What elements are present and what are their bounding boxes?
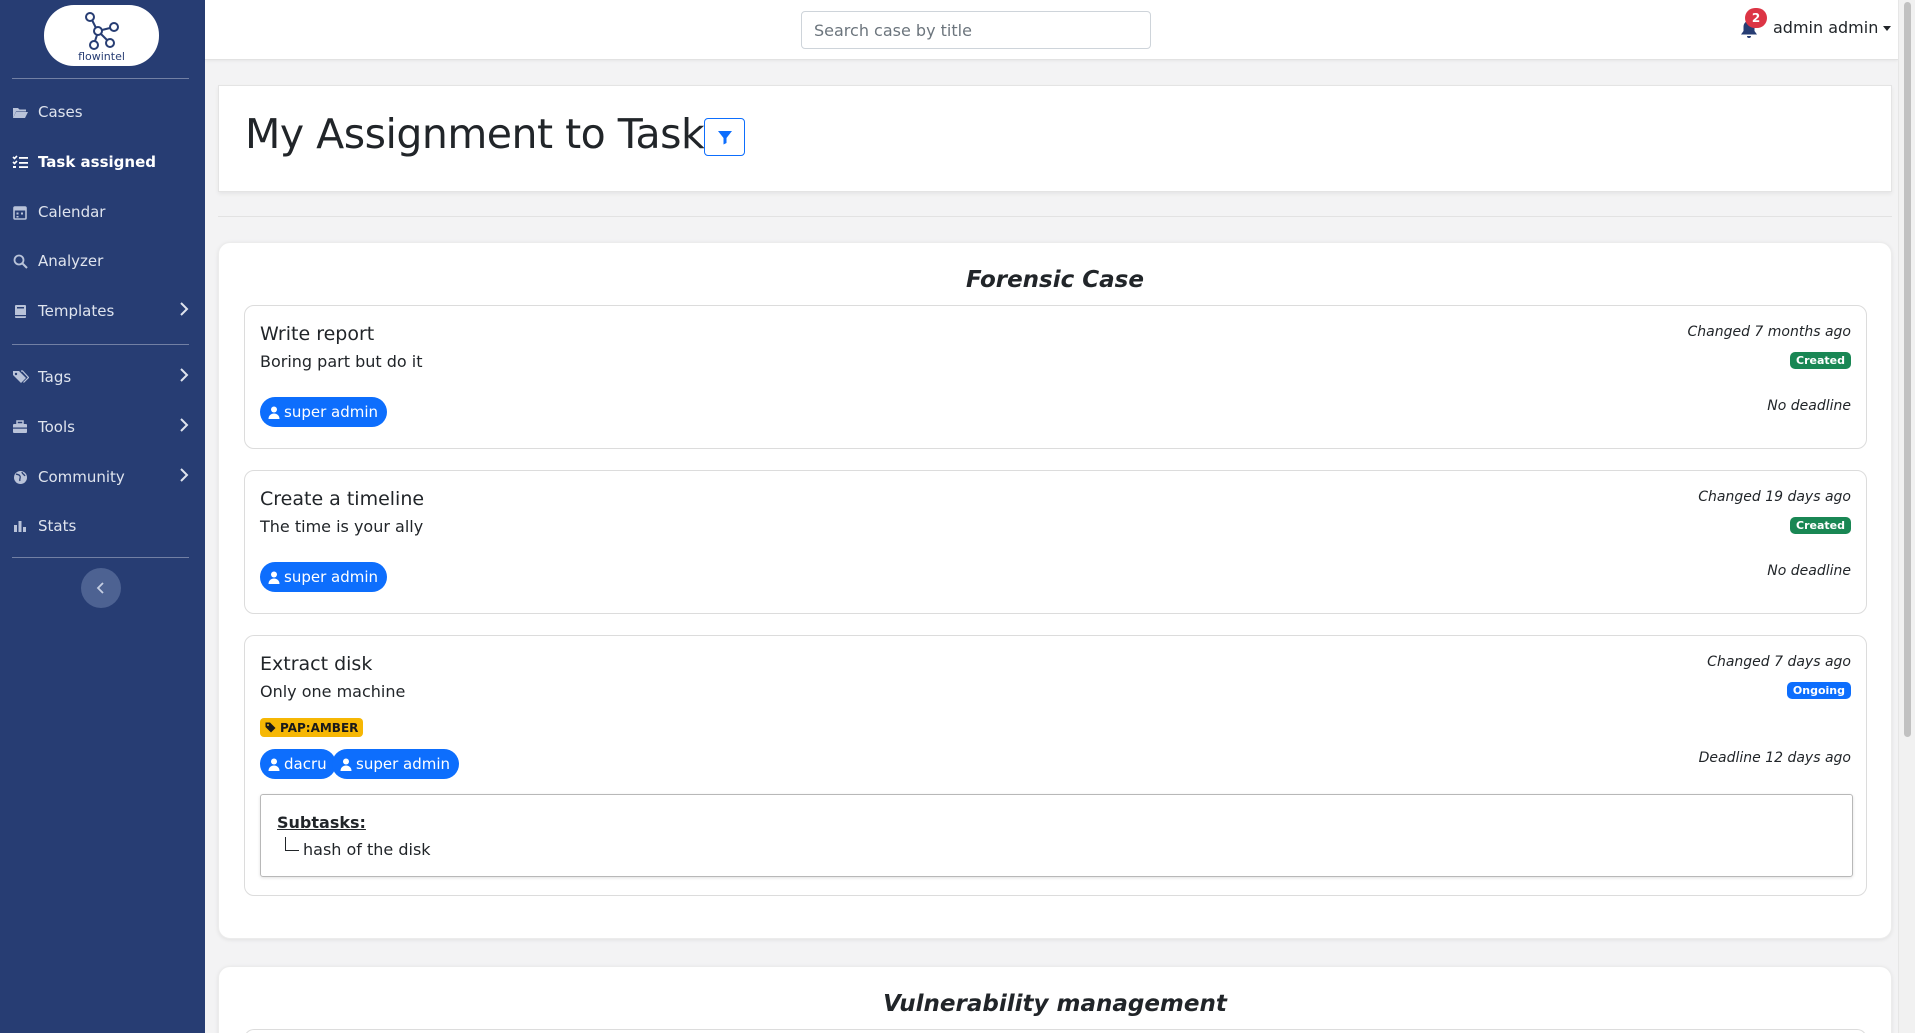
filter-icon xyxy=(717,130,732,144)
task-description: Boring part but do it xyxy=(260,352,423,371)
user-icon xyxy=(268,406,280,419)
case-title[interactable]: Vulnerability management xyxy=(219,991,1891,1017)
task-description: The time is your ally xyxy=(260,517,424,536)
sidebar-item-tools[interactable]: Tools xyxy=(0,409,205,445)
user-pill-label: super admin xyxy=(284,403,379,421)
tag-icon xyxy=(265,722,276,733)
app-logo[interactable]: flowintel xyxy=(44,5,159,66)
page-header-card: My Assignment to Tasks xyxy=(218,85,1892,192)
subtask-item[interactable]: hash of the disk xyxy=(303,840,431,859)
case-card: Forensic Case Write report Boring part b… xyxy=(218,242,1892,939)
top-navbar: 2 admin admin xyxy=(205,0,1898,60)
chevron-right-icon xyxy=(179,302,189,320)
scrollbar-thumb[interactable] xyxy=(1904,2,1911,737)
task-deadline: Deadline 12 days ago xyxy=(1698,750,1851,766)
filter-button[interactable] xyxy=(704,118,745,156)
task-changed-time: Changed 7 months ago xyxy=(1687,324,1851,340)
task-title[interactable]: Create a timeline xyxy=(260,488,424,510)
task-card[interactable]: Write report Boring part but do it Chang… xyxy=(244,305,1867,449)
folder-open-icon xyxy=(11,106,29,119)
subtasks-box: Subtasks: hash of the disk xyxy=(260,794,1853,877)
page-scrollbar[interactable] xyxy=(1898,0,1915,1033)
sidebar-item-calendar[interactable]: Calendar xyxy=(0,194,205,230)
assigned-user-pill[interactable]: dacru xyxy=(260,749,336,779)
task-changed-time: Changed 7 days ago xyxy=(1707,654,1851,670)
logo-text: flowintel xyxy=(78,50,125,63)
sidebar-item-label: Cases xyxy=(38,103,83,121)
tag-badge[interactable]: PAP:AMBER xyxy=(260,718,364,737)
task-deadline: No deadline xyxy=(1767,563,1851,579)
assigned-user-pill[interactable]: super admin xyxy=(260,397,388,427)
task-description: Only one machine xyxy=(260,682,406,701)
user-icon xyxy=(268,758,280,771)
sidebar-divider xyxy=(12,78,189,79)
notification-count-badge: 2 xyxy=(1745,8,1767,28)
book-icon xyxy=(11,304,29,319)
search-input[interactable] xyxy=(801,11,1151,49)
status-badge: Created xyxy=(1790,352,1851,369)
task-title[interactable]: Extract disk xyxy=(260,653,372,675)
task-card[interactable] xyxy=(244,1029,1867,1033)
user-icon xyxy=(340,758,352,771)
assigned-user-pill[interactable]: super admin xyxy=(332,749,460,779)
user-pill-label: super admin xyxy=(356,755,451,773)
list-check-icon xyxy=(11,155,29,169)
user-icon xyxy=(268,571,280,584)
task-card[interactable]: Create a timeline The time is your ally … xyxy=(244,470,1867,614)
sidebar-item-templates[interactable]: Templates xyxy=(0,293,205,329)
status-badge: Ongoing xyxy=(1786,682,1851,699)
sidebar-item-stats[interactable]: Stats xyxy=(0,508,205,544)
chevron-left-icon xyxy=(96,582,104,594)
sidebar-item-label: Task assigned xyxy=(38,153,156,171)
assigned-user-pill[interactable]: super admin xyxy=(260,562,388,592)
calendar-icon xyxy=(11,205,29,220)
task-title[interactable]: Write report xyxy=(260,323,374,345)
case-title[interactable]: Forensic Case xyxy=(219,267,1891,293)
toolbox-icon xyxy=(11,420,29,434)
page-title: My Assignment to Tasks xyxy=(245,110,726,158)
chevron-right-icon xyxy=(179,368,189,386)
flowintel-logo-icon xyxy=(85,12,119,50)
sidebar-item-label: Tools xyxy=(38,418,75,436)
tree-branch-icon xyxy=(285,837,299,851)
chevron-right-icon xyxy=(179,468,189,486)
sidebar-item-cases[interactable]: Cases xyxy=(0,94,205,130)
case-card: Vulnerability management xyxy=(218,966,1892,1033)
sidebar-item-label: Analyzer xyxy=(38,252,104,270)
status-badge: Created xyxy=(1790,517,1851,534)
user-menu-dropdown[interactable]: admin admin xyxy=(1773,18,1892,37)
sidebar-item-tags[interactable]: Tags xyxy=(0,359,205,395)
sidebar: flowintel Cases Task assigned Calendar A… xyxy=(0,0,205,1033)
sidebar-collapse-button[interactable] xyxy=(81,568,121,608)
user-pill-label: dacru xyxy=(284,755,327,773)
sidebar-divider xyxy=(12,344,189,345)
sidebar-item-label: Templates xyxy=(38,302,115,320)
section-divider xyxy=(218,216,1892,217)
sidebar-item-label: Community xyxy=(38,468,125,486)
sidebar-item-analyzer[interactable]: Analyzer xyxy=(0,243,205,279)
chevron-right-icon xyxy=(179,418,189,436)
sidebar-item-label: Tags xyxy=(38,368,72,386)
sidebar-item-task-assigned[interactable]: Task assigned xyxy=(0,144,205,180)
tags-icon xyxy=(11,370,29,384)
globe-icon xyxy=(11,470,29,485)
magnifier-icon xyxy=(11,254,29,269)
task-changed-time: Changed 19 days ago xyxy=(1698,489,1851,505)
task-deadline: No deadline xyxy=(1767,398,1851,414)
tag-label: PAP:AMBER xyxy=(280,720,359,735)
sidebar-item-community[interactable]: Community xyxy=(0,459,205,495)
sidebar-item-label: Stats xyxy=(38,517,77,535)
sidebar-item-label: Calendar xyxy=(38,203,106,221)
task-card[interactable]: Extract disk Only one machine Changed 7 … xyxy=(244,635,1867,896)
user-name: admin admin xyxy=(1773,18,1879,37)
caret-down-icon xyxy=(1883,26,1892,31)
sidebar-divider xyxy=(12,557,189,558)
user-pill-label: super admin xyxy=(284,568,379,586)
subtasks-label: Subtasks: xyxy=(277,813,366,832)
bar-chart-icon xyxy=(11,519,29,533)
